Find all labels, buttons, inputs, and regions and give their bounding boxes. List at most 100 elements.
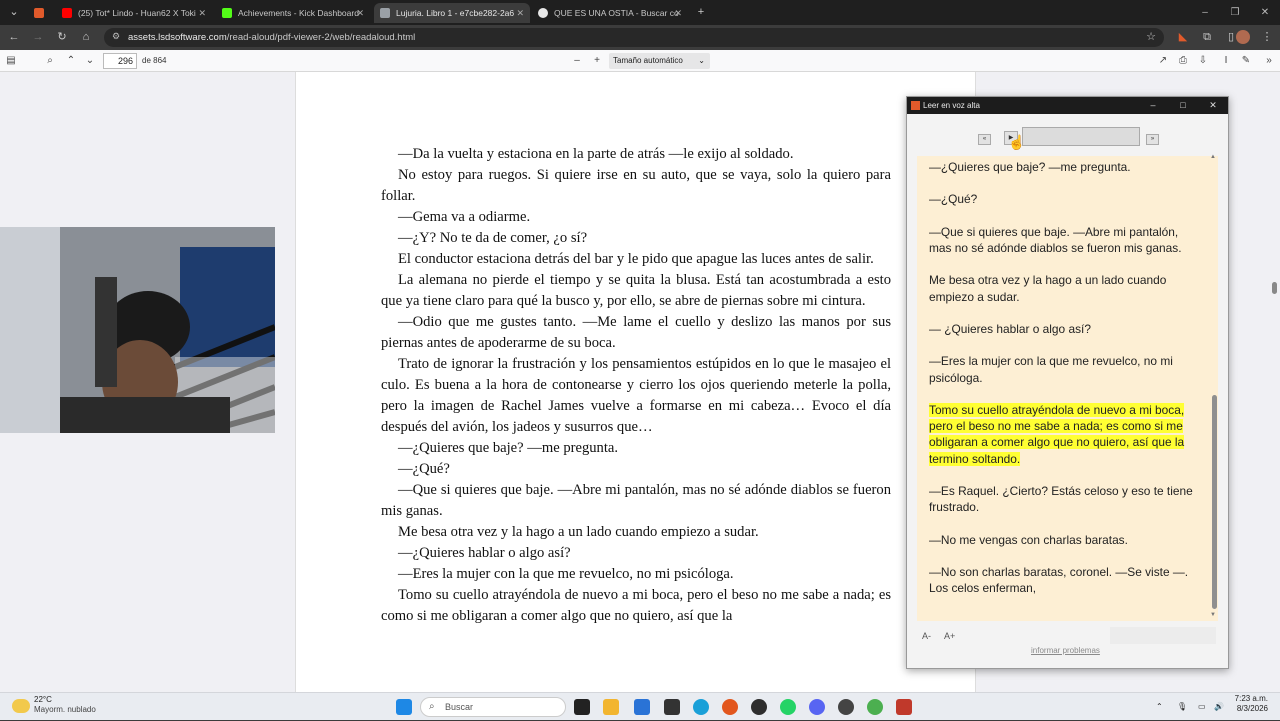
text-cursor-icon[interactable]: I [1218, 53, 1234, 69]
close-window-button[interactable]: ✕ [1250, 0, 1280, 25]
page-paragraph: Trato de ignorar la frustración y los pe… [381, 356, 891, 435]
next-page-icon[interactable]: ⌄ [82, 53, 98, 69]
close-tab-icon[interactable]: ✕ [516, 3, 524, 23]
page-number-input[interactable]: 296 [103, 53, 137, 69]
weather-icon[interactable] [12, 699, 30, 713]
tab-4[interactable]: QUE ES UNA OSTIA - Buscar co ✕ [532, 3, 688, 23]
edge-icon[interactable] [693, 699, 709, 715]
mouse-cursor-icon: ☝ [1008, 134, 1026, 150]
close-tab-icon[interactable]: ✕ [356, 3, 364, 23]
ra-close-button[interactable]: ✕ [1198, 97, 1228, 114]
tab-0[interactable] [28, 3, 52, 23]
tab-label: QUE ES UNA OSTIA - Buscar co [554, 8, 679, 18]
read-aloud-paragraph: —¿Quieres que baje? —me pregunta. [929, 160, 1131, 174]
tab-2[interactable]: Achievements - Kick Dashboard ✕ [216, 3, 370, 23]
read-aloud-titlebar[interactable]: Leer en voz alta – □ ✕ [907, 97, 1228, 114]
tab-3-active[interactable]: Lujuria. Libro 1 - e7cbe282-2a6 ✕ [374, 3, 530, 23]
pdf-page: —Da la vuelta y estaciona en la parte de… [295, 72, 976, 692]
read-aloud-paragraph: —Eres la mujer con la que me revuelco, n… [929, 354, 1173, 385]
read-aloud-scroll-thumb[interactable] [1212, 395, 1217, 609]
forward-icon[interactable]: → [29, 29, 47, 46]
clock[interactable]: 7:23 a.m. 8/3/2026 [1232, 689, 1268, 714]
media-icon[interactable] [751, 699, 767, 715]
read-aloud-paragraph: —No son charlas baratas, coronel. —Se vi… [929, 564, 1189, 596]
clock-date: 8/3/2026 [1236, 704, 1268, 713]
voice-selector[interactable] [1110, 627, 1216, 644]
tab-1[interactable]: (25) Tot* Lindo - Huan62 X Toki ✕ [56, 3, 212, 23]
scroll-up-icon[interactable]: ▲ [1210, 154, 1216, 160]
whatsapp-icon[interactable] [780, 699, 796, 715]
app-icon[interactable] [664, 699, 680, 715]
read-aloud-text: —¿Quieres que baje? —me pregunta. —¿Qué? —… [917, 156, 1218, 621]
network-icon[interactable]: ▭ [1198, 693, 1206, 721]
file-explorer-icon[interactable] [603, 699, 619, 715]
maximize-button[interactable]: ❐ [1220, 0, 1250, 25]
read-aloud-extension-icon[interactable]: ◣ [1174, 29, 1192, 46]
browser-tab-strip: ⌄ (25) Tot* Lindo - Huan62 X Toki ✕ Achie… [0, 0, 1280, 25]
webcam-image [0, 227, 275, 433]
read-aloud-paragraph-block: —No son charlas baratas, coronel. —Se vi… [929, 564, 1198, 596]
start-icon[interactable] [396, 699, 412, 715]
page-paragraph: —¿Qué? [398, 461, 450, 477]
weather-temp: 22°C [34, 695, 52, 704]
discord-icon[interactable] [809, 699, 825, 715]
address-bar: ← → ↻ ⌂ ⚙ assets.lsdsoftware.com/read-al… [0, 25, 1280, 50]
volume-icon[interactable]: 🔊 [1214, 693, 1224, 721]
forward-button[interactable]: » [1146, 134, 1159, 145]
search-icon[interactable]: ⌕ [42, 53, 58, 69]
weather-widget[interactable]: 22°C Mayorm. nublado [34, 689, 96, 715]
font-smaller-button[interactable]: A- [922, 631, 931, 641]
new-tab-button[interactable]: + [692, 4, 710, 21]
profile-avatar[interactable] [1236, 30, 1250, 44]
back-icon[interactable]: ← [5, 29, 23, 46]
app-icon[interactable] [838, 699, 854, 715]
close-tab-icon[interactable]: ✕ [198, 3, 206, 23]
url-field[interactable]: ⚙ assets.lsdsoftware.com/read-aloud/pdf-… [104, 28, 1164, 47]
font-larger-button[interactable]: A+ [944, 631, 955, 641]
print-icon[interactable]: ⎙ [1175, 53, 1191, 69]
search-icon: ⌕ [429, 701, 435, 712]
playback-progress[interactable] [1022, 127, 1140, 146]
viewer-scrollbar[interactable] [1272, 282, 1277, 294]
read-aloud-paragraph: —¿Qué? [929, 192, 978, 207]
bookmark-star-icon[interactable]: ☆ [1146, 30, 1156, 43]
previous-page-icon[interactable]: ⌃ [63, 53, 79, 69]
zoom-select[interactable]: Tamaño automático ⌄ [609, 53, 710, 69]
reload-icon[interactable]: ↻ [53, 29, 71, 46]
microphone-icon[interactable]: 🎙 [1177, 693, 1187, 721]
chrome-icon[interactable] [867, 699, 883, 715]
browser-icon[interactable] [722, 699, 738, 715]
report-issues-link[interactable]: informar problemas [1031, 646, 1100, 655]
ra-minimize-button[interactable]: – [1138, 97, 1168, 114]
zoom-out-icon[interactable]: – [569, 53, 585, 69]
pdf-toolbar: ▤ ⌕ ⌃ ⌄ 296 de 864 – + Tamaño automático… [0, 50, 1280, 72]
draw-icon[interactable]: ✎ [1238, 53, 1254, 69]
page-paragraph: —Odio que me gustes tanto. —Me lame el c… [381, 314, 891, 351]
home-icon[interactable]: ⌂ [77, 29, 95, 46]
page-paragraph: —¿Quieres que baje? —me pregunta. [398, 440, 619, 456]
page-icon [380, 8, 390, 18]
store-icon[interactable] [634, 699, 650, 715]
tools-menu-icon[interactable]: » [1261, 53, 1277, 69]
minimize-button[interactable]: – [1190, 0, 1220, 25]
page-paragraph: Tomo su cuello atrayéndola de nuevo a mi… [381, 587, 891, 624]
site-info-icon[interactable]: ⚙ [112, 31, 120, 42]
page-paragraph: —Da la vuelta y estaciona en la parte de… [398, 146, 794, 162]
save-icon[interactable]: ⇩ [1195, 53, 1211, 69]
taskbar-search[interactable]: ⌕ Buscar [420, 697, 566, 717]
read-aloud-paragraph: — ¿Quieres hablar o algo así? [929, 321, 1091, 336]
close-tab-icon[interactable]: ✕ [674, 3, 682, 23]
open-file-icon[interactable]: ↗ [1155, 53, 1171, 69]
page-count: de 864 [142, 56, 167, 65]
sidebar-toggle-icon[interactable]: ▤ [3, 53, 19, 69]
tray-chevron-icon[interactable]: ⌃ [1156, 693, 1163, 721]
ra-maximize-button[interactable]: □ [1168, 97, 1198, 114]
task-view-icon[interactable] [574, 699, 590, 715]
zoom-in-icon[interactable]: + [589, 53, 605, 69]
menu-icon[interactable]: ⋮ [1258, 29, 1276, 46]
tab-search-button[interactable]: ⌄ [5, 4, 23, 21]
scroll-down-icon[interactable]: ▼ [1210, 612, 1216, 618]
extensions-icon[interactable]: ⧉ [1198, 29, 1216, 46]
app-icon[interactable] [896, 699, 912, 715]
rewind-button[interactable]: « [978, 134, 991, 145]
